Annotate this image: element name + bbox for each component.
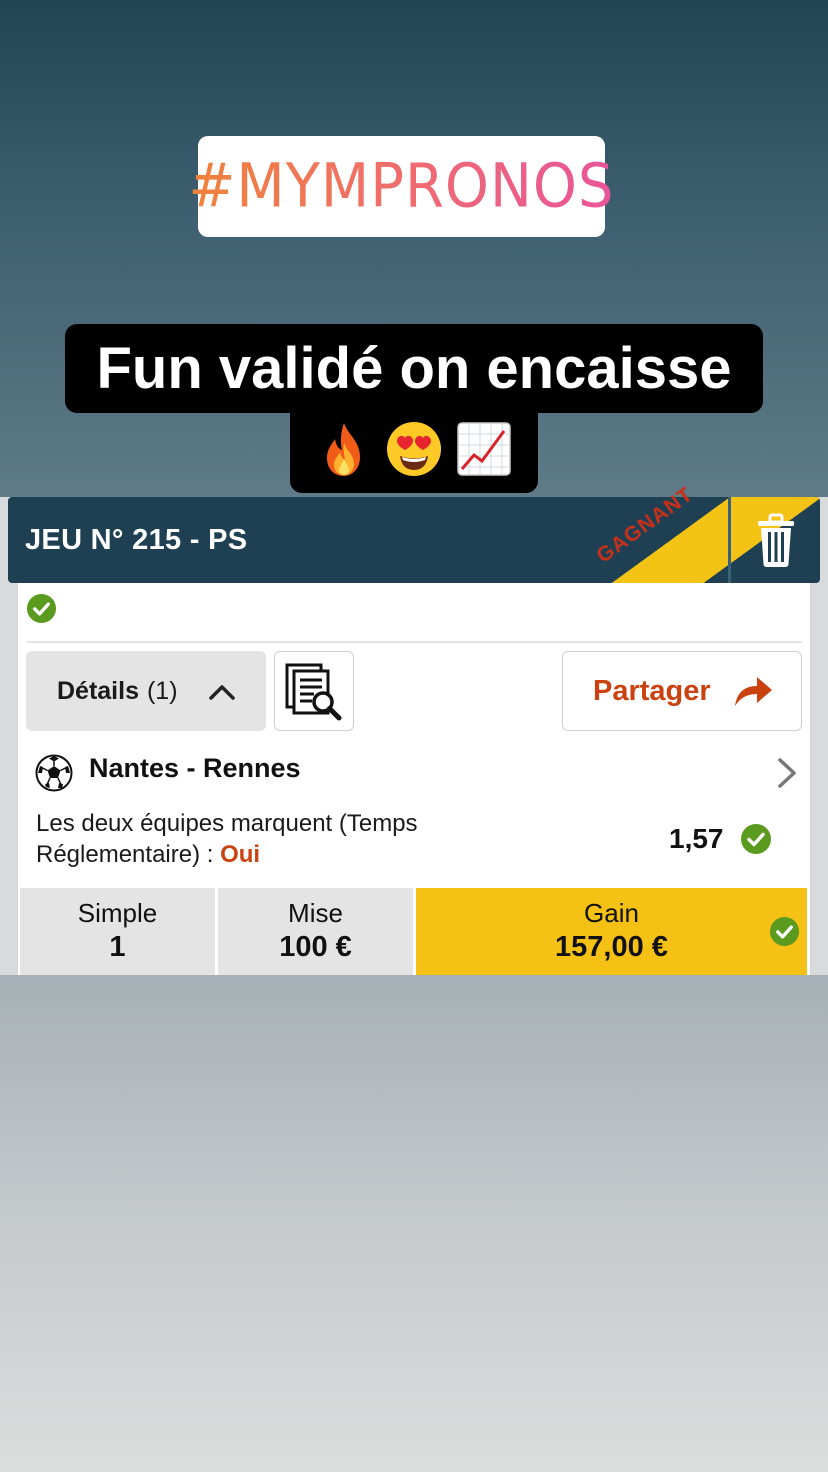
match-name[interactable]: Nantes - Rennes bbox=[89, 753, 301, 784]
details-count: (1) bbox=[146, 676, 178, 705]
gain-cell: Gain 157,00 € bbox=[416, 888, 807, 975]
fire-emoji bbox=[327, 423, 360, 476]
document-search-icon bbox=[285, 663, 342, 721]
market-choice: Oui bbox=[220, 841, 261, 868]
bet-type-value: 1 bbox=[109, 931, 126, 963]
hashtag-text: #MYMPRONOS bbox=[188, 151, 615, 222]
details-toggle-button[interactable]: Détails (1) bbox=[26, 651, 266, 731]
details-label: Détails bbox=[57, 676, 139, 705]
story-caption-emojis[interactable] bbox=[290, 405, 538, 493]
share-button[interactable]: Partager bbox=[562, 651, 802, 731]
check-circle-icon bbox=[26, 593, 57, 624]
stake-cell: Mise 100 € bbox=[218, 888, 413, 975]
stake-value: 100 € bbox=[279, 931, 352, 963]
share-arrow-icon bbox=[735, 677, 772, 706]
story-caption-text: Fun validé on encaisse bbox=[96, 336, 732, 401]
check-circle-icon bbox=[741, 824, 771, 854]
header-divider bbox=[728, 497, 731, 583]
trash-icon[interactable] bbox=[756, 512, 796, 568]
soccer-ball-icon bbox=[35, 754, 73, 792]
heart-eyes-emoji bbox=[387, 422, 441, 476]
chevron-right-icon[interactable] bbox=[775, 756, 799, 790]
story-background-bottom bbox=[0, 975, 828, 1472]
check-circle-icon bbox=[769, 916, 800, 947]
gain-label: Gain bbox=[584, 898, 639, 928]
share-label: Partager bbox=[593, 674, 711, 707]
bet-market: Les deux équipes marquent (Temps Régleme… bbox=[36, 808, 506, 870]
chevron-up-icon bbox=[209, 685, 235, 700]
story-caption[interactable]: Fun validé on encaisse bbox=[65, 324, 763, 413]
odds-value: 1,57 bbox=[669, 823, 724, 854]
document-search-button[interactable] bbox=[274, 651, 354, 731]
stake-label: Mise bbox=[288, 898, 343, 928]
hashtag-sticker[interactable]: #MYMPRONOS bbox=[188, 136, 614, 237]
section-divider bbox=[27, 641, 802, 643]
bet-type-label: Simple bbox=[77, 898, 158, 928]
chart-increasing-emoji bbox=[457, 422, 511, 476]
bet-title: JEU N° 215 - PS bbox=[25, 524, 248, 556]
gain-value: 157,00 € bbox=[555, 931, 668, 963]
bet-type-cell: Simple 1 bbox=[20, 888, 215, 975]
